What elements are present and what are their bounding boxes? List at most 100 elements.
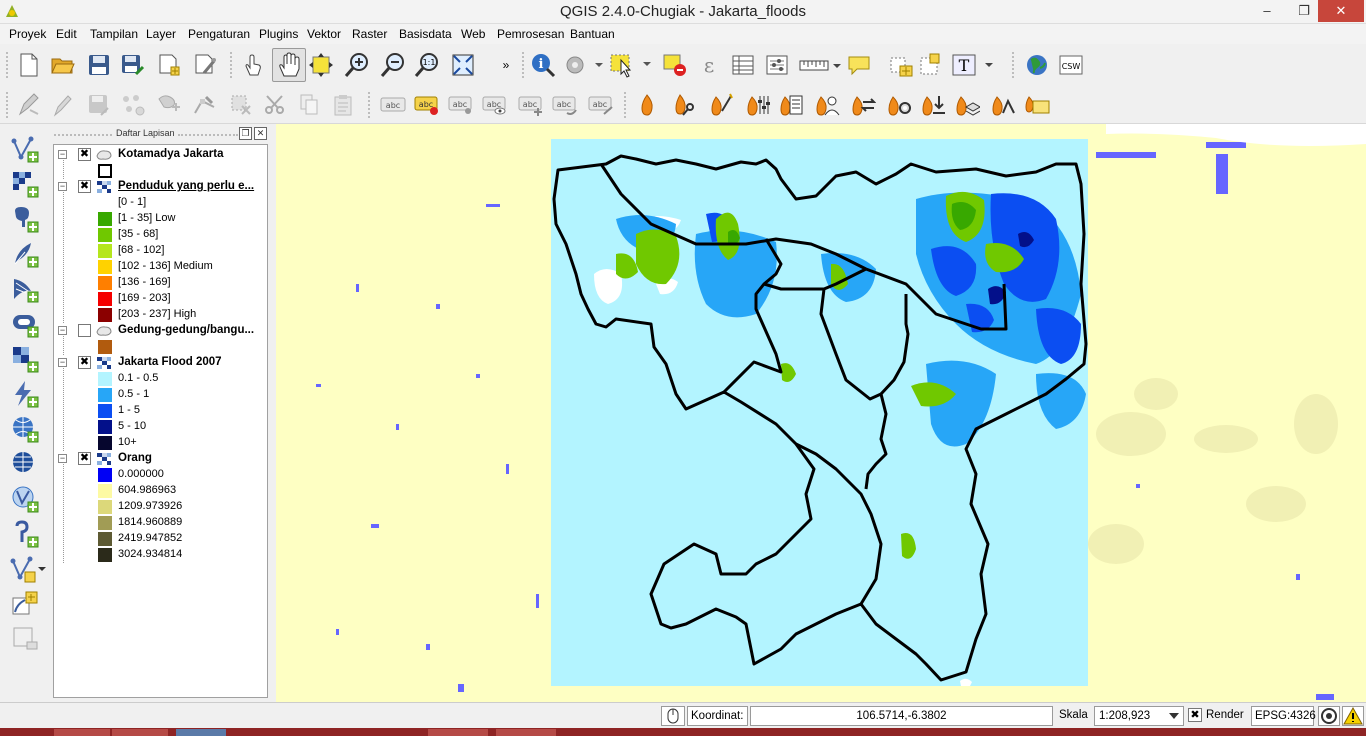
pan-to-selection-button[interactable] bbox=[306, 50, 336, 80]
openlayers-globe-button[interactable] bbox=[1022, 50, 1052, 80]
cut-features-button[interactable] bbox=[260, 90, 290, 120]
add-raster-layer-button[interactable] bbox=[10, 169, 40, 199]
statistical-summary-button[interactable] bbox=[762, 50, 792, 80]
toggle-editing-button[interactable] bbox=[48, 90, 78, 120]
map-render[interactable] bbox=[276, 124, 1366, 702]
close-button[interactable]: ✕ bbox=[1318, 0, 1364, 22]
taskbar-button[interactable] bbox=[54, 729, 110, 736]
new-print-composer-button[interactable] bbox=[154, 50, 184, 80]
menu-pengaturan[interactable]: Pengaturan bbox=[188, 27, 250, 41]
menu-raster[interactable]: Raster bbox=[352, 27, 387, 41]
show-bookmarks-button[interactable] bbox=[916, 50, 946, 80]
menu-edit[interactable]: Edit bbox=[56, 27, 77, 41]
coordinate-field[interactable]: 106.5714,-6.3802 bbox=[750, 706, 1053, 726]
open-project-button[interactable] bbox=[48, 50, 78, 80]
layer-row[interactable]: − ✖ Orang bbox=[54, 451, 267, 467]
add-mssql-layer-button[interactable] bbox=[10, 274, 40, 304]
layer-visibility-checkbox[interactable]: ✖ bbox=[78, 148, 91, 161]
add-feature-button[interactable] bbox=[118, 90, 148, 120]
inasafe-keywords-button[interactable] bbox=[670, 90, 700, 120]
taskbar-button[interactable] bbox=[176, 729, 226, 736]
inasafe-converter-button[interactable] bbox=[848, 90, 878, 120]
map-canvas[interactable] bbox=[276, 124, 1366, 702]
highlight-pinned-labels-button[interactable]: abc bbox=[412, 90, 442, 120]
expand-toggle[interactable]: − bbox=[58, 358, 67, 367]
rotate-label-button[interactable]: abc bbox=[550, 90, 580, 120]
layer-tree[interactable]: − ✖ Kotamadya Jakarta − ✖ Penduduk yang perlu… bbox=[53, 144, 268, 698]
minimize-button[interactable]: – bbox=[1252, 0, 1282, 22]
layer-row[interactable]: − ✖ Jakarta Flood 2007 bbox=[54, 355, 267, 371]
open-attribute-table-button[interactable] bbox=[728, 50, 758, 80]
new-project-button[interactable] bbox=[14, 50, 44, 80]
crs-projection-button[interactable] bbox=[1318, 706, 1340, 726]
menu-pemrosesan[interactable]: Pemrosesan bbox=[497, 27, 564, 41]
save-project-button[interactable] bbox=[84, 50, 114, 80]
scale-combobox[interactable]: 1:208,923 bbox=[1094, 706, 1184, 726]
open-field-calculator-button[interactable]: ε bbox=[694, 50, 724, 80]
save-as-button[interactable] bbox=[118, 50, 148, 80]
menu-tampilan[interactable]: Tampilan bbox=[90, 27, 138, 41]
toggle-extents-button[interactable] bbox=[661, 706, 685, 726]
expand-toggle[interactable]: − bbox=[58, 454, 67, 463]
menu-vektor[interactable]: Vektor bbox=[307, 27, 341, 41]
inasafe-dock-button[interactable] bbox=[632, 90, 662, 120]
menu-layer[interactable]: Layer bbox=[146, 27, 176, 41]
run-feature-action-button[interactable] bbox=[562, 50, 604, 80]
new-bookmark-button[interactable] bbox=[886, 50, 916, 80]
identify-features-button[interactable]: i bbox=[528, 50, 558, 80]
paste-features-button[interactable] bbox=[328, 90, 358, 120]
crs-status-button[interactable]: EPSG:4326 bbox=[1251, 706, 1316, 726]
csw-client-button[interactable]: CSW bbox=[1056, 50, 1086, 80]
inasafe-save-scenario-button[interactable] bbox=[918, 90, 948, 120]
show-hide-labels-button[interactable]: abc bbox=[480, 90, 510, 120]
save-layer-edits-button[interactable] bbox=[84, 90, 114, 120]
node-tool-button[interactable] bbox=[190, 90, 220, 120]
render-checkbox[interactable]: ✖ bbox=[1188, 708, 1202, 722]
inasafe-wizard-button[interactable] bbox=[706, 90, 736, 120]
remove-layer-button[interactable] bbox=[10, 624, 40, 654]
messages-button[interactable] bbox=[1342, 706, 1364, 726]
layer-labeling-options-button[interactable]: abc bbox=[378, 90, 408, 120]
taskbar-button[interactable] bbox=[428, 729, 488, 736]
inasafe-extent-button[interactable] bbox=[1022, 90, 1052, 120]
zoom-full-button[interactable] bbox=[448, 50, 478, 80]
inasafe-osm-download-button[interactable] bbox=[988, 90, 1018, 120]
text-annotation-button[interactable]: T bbox=[950, 50, 996, 80]
layer-visibility-checkbox[interactable]: ✖ bbox=[78, 452, 91, 465]
taskbar-button[interactable] bbox=[496, 729, 556, 736]
move-feature-button[interactable] bbox=[154, 90, 184, 120]
add-wms-layer-button[interactable] bbox=[10, 344, 40, 374]
add-vector-layer-button[interactable] bbox=[10, 134, 40, 164]
zoom-in-button[interactable] bbox=[342, 50, 372, 80]
expand-toggle[interactable]: − bbox=[58, 150, 67, 159]
maximize-button[interactable]: ❐ bbox=[1289, 0, 1319, 22]
new-spatialite-layer-button[interactable] bbox=[10, 589, 40, 619]
layer-row[interactable]: − ✖ Kotamadya Jakarta bbox=[54, 147, 267, 163]
zoom-out-button[interactable] bbox=[378, 50, 408, 80]
add-wfs-layer-button[interactable] bbox=[10, 449, 40, 479]
select-features-button[interactable] bbox=[608, 50, 652, 80]
inasafe-options-button[interactable] bbox=[742, 90, 772, 120]
menu-basisdata[interactable]: Basisdata bbox=[399, 27, 452, 41]
panel-float-button[interactable]: ❐ bbox=[239, 127, 252, 140]
pin-labels-button[interactable]: abc bbox=[446, 90, 476, 120]
layer-row[interactable]: − Gedung-gedung/bangu... bbox=[54, 323, 267, 339]
add-postgis-layer-button[interactable] bbox=[10, 204, 40, 234]
expand-toggle[interactable]: − bbox=[58, 326, 67, 335]
new-vector-layer-button[interactable] bbox=[10, 554, 46, 584]
render-toggle[interactable]: ✖ Render bbox=[1186, 706, 1248, 726]
deselect-all-button[interactable] bbox=[660, 50, 690, 80]
add-gpx-layer-button[interactable] bbox=[10, 519, 40, 549]
copy-features-button[interactable] bbox=[294, 90, 324, 120]
zoom-native-button[interactable]: 1:1 bbox=[412, 50, 442, 80]
menu-plugins[interactable]: Plugins bbox=[259, 27, 298, 41]
delete-selected-button[interactable] bbox=[226, 90, 256, 120]
move-label-button[interactable]: abc bbox=[516, 90, 546, 120]
add-delimited-text-layer-button[interactable] bbox=[10, 379, 40, 409]
touch-zoom-pan-button[interactable] bbox=[238, 50, 268, 80]
add-virtual-layer-button[interactable] bbox=[10, 484, 40, 514]
menu-web[interactable]: Web bbox=[461, 27, 485, 41]
layer-visibility-checkbox[interactable]: ✖ bbox=[78, 180, 91, 193]
layer-visibility-checkbox[interactable]: ✖ bbox=[78, 356, 91, 369]
taskbar-button[interactable] bbox=[112, 729, 168, 736]
